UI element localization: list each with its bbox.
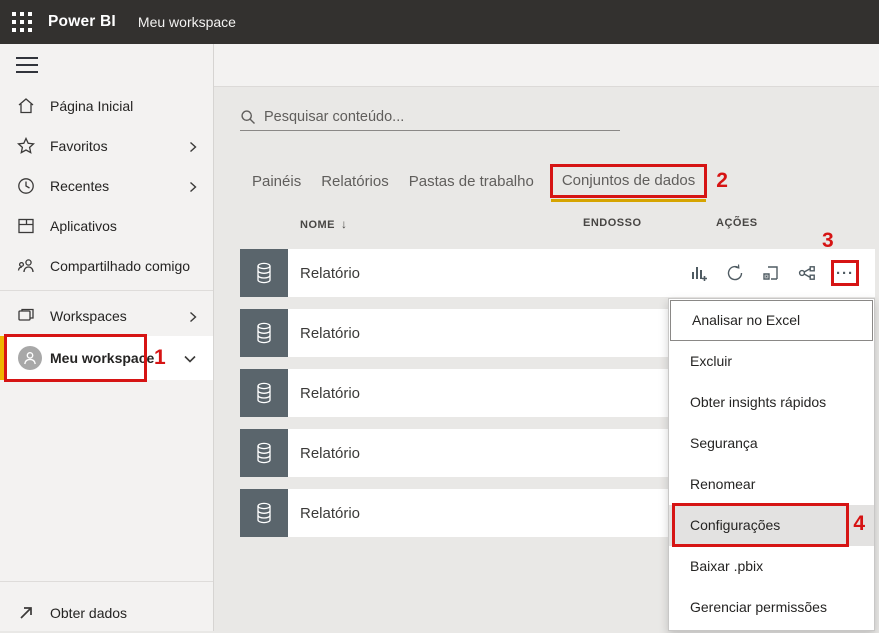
menu-item-quick-insights[interactable]: Obter insights rápidos (669, 382, 874, 423)
sidebar-item-label: Página Inicial (50, 98, 133, 114)
clock-icon (16, 176, 36, 196)
sidebar-item-label: Recentes (50, 178, 109, 194)
sidebar-item-get-data[interactable]: Obter dados (0, 593, 213, 633)
column-header-actions: AÇÕES (716, 217, 758, 229)
sidebar-section-divider (0, 581, 213, 582)
dataset-context-menu: Analisar no Excel Excluir Obter insights… (668, 298, 875, 631)
dataset-icon (240, 309, 288, 357)
star-icon (16, 136, 36, 156)
sidebar-item-workspaces[interactable]: Workspaces (0, 296, 213, 336)
annotation-box-step3: ··· (831, 260, 859, 286)
annotation-number-3: 3 (822, 229, 834, 253)
menu-item-security[interactable]: Segurança (669, 423, 874, 464)
row-actions: ··· (687, 249, 859, 297)
navigation-sidebar: Página Inicial Favoritos Recentes Aplica… (0, 86, 213, 631)
sidebar-item-favorites[interactable]: Favoritos (0, 126, 213, 166)
dataset-icon (240, 429, 288, 477)
sidebar-item-label: Favoritos (50, 138, 108, 154)
tab-workbooks[interactable]: Pastas de trabalho (409, 173, 534, 190)
sidebar-item-label: Aplicativos (50, 218, 117, 234)
sidebar-section-divider (0, 290, 213, 291)
content-tabs: Painéis Relatórios Pastas de trabalho Co… (252, 159, 728, 203)
dataset-icon (240, 489, 288, 537)
sidebar-item-shared-with-me[interactable]: Compartilhado comigo (0, 246, 213, 286)
more-options-icon[interactable]: ··· (836, 266, 854, 281)
analyze-in-excel-icon[interactable] (759, 261, 783, 285)
share-icon[interactable] (795, 261, 819, 285)
menu-item-delete[interactable]: Excluir (669, 341, 874, 382)
dataset-name[interactable]: Relatório (300, 385, 360, 402)
home-icon (16, 96, 36, 116)
get-data-arrow-icon (16, 603, 36, 623)
tab-dashboards[interactable]: Painéis (252, 173, 301, 190)
chevron-right-icon[interactable] (187, 180, 199, 192)
sub-header-band (0, 44, 879, 86)
dataset-name[interactable]: Relatório (300, 505, 360, 522)
menu-item-manage-permissions[interactable]: Gerenciar permissões (669, 587, 874, 628)
sidebar-item-label: Obter dados (50, 605, 127, 621)
sidebar-item-label: Compartilhado comigo (50, 258, 190, 274)
tab-reports[interactable]: Relatórios (321, 173, 389, 190)
refresh-now-icon[interactable] (723, 261, 747, 285)
chevron-down-icon[interactable] (183, 352, 197, 364)
column-header-name[interactable]: NOME↓ (300, 217, 347, 231)
dataset-name[interactable]: Relatório (300, 325, 360, 342)
workspaces-icon (16, 306, 36, 326)
table-header-row: NOME↓ ENDOSSO AÇÕES (214, 217, 879, 235)
search-input[interactable] (264, 109, 594, 125)
apps-icon (16, 216, 36, 236)
app-title: Power BI (48, 13, 116, 31)
sidebar-item-recent[interactable]: Recentes (0, 166, 213, 206)
column-header-endorsement[interactable]: ENDOSSO (583, 217, 642, 229)
sidebar-item-home[interactable]: Página Inicial (0, 86, 213, 126)
topbar-workspace-name[interactable]: Meu workspace (138, 14, 236, 30)
selected-indicator-bar (0, 336, 4, 380)
menu-item-download-pbix[interactable]: Baixar .pbix (669, 546, 874, 587)
my-workspace-label: Meu workspace (50, 336, 154, 380)
menu-item-rename[interactable]: Renomear (669, 464, 874, 505)
sidebar-item-apps[interactable]: Aplicativos (0, 206, 213, 246)
table-row[interactable]: Relatório ··· (240, 249, 875, 297)
sidebar-item-label: Workspaces (50, 308, 127, 324)
waffle-menu-icon[interactable] (0, 0, 44, 44)
top-app-bar: Power BI Meu workspace (0, 0, 879, 44)
annotation-number-1: 1 (154, 346, 166, 370)
search-bar (240, 103, 620, 131)
main-content: Painéis Relatórios Pastas de trabalho Co… (214, 86, 879, 631)
dataset-icon (240, 369, 288, 417)
menu-item-settings[interactable]: Configurações 4 (669, 505, 874, 546)
chevron-right-icon[interactable] (187, 140, 199, 152)
active-tab-underline (551, 199, 706, 202)
create-report-icon[interactable] (687, 261, 711, 285)
dataset-name[interactable]: Relatório (300, 265, 360, 282)
menu-item-analyze-in-excel[interactable]: Analisar no Excel (670, 300, 873, 341)
sidebar-item-my-workspace[interactable]: Meu workspace (0, 336, 213, 380)
tab-datasets[interactable]: Conjuntos de dados (550, 164, 707, 198)
annotation-number-4: 4 (853, 513, 865, 534)
annotation-number-2: 2 (716, 169, 728, 193)
sort-descending-icon[interactable]: ↓ (341, 217, 347, 231)
avatar (18, 346, 42, 370)
sidebar-divider (213, 44, 214, 631)
hamburger-menu-icon[interactable] (16, 57, 38, 73)
dataset-icon (240, 249, 288, 297)
menu-item-settings-label: Configurações (690, 517, 780, 533)
people-icon (16, 256, 36, 276)
search-icon (240, 109, 256, 125)
dataset-name[interactable]: Relatório (300, 445, 360, 462)
chevron-right-icon[interactable] (187, 310, 199, 322)
